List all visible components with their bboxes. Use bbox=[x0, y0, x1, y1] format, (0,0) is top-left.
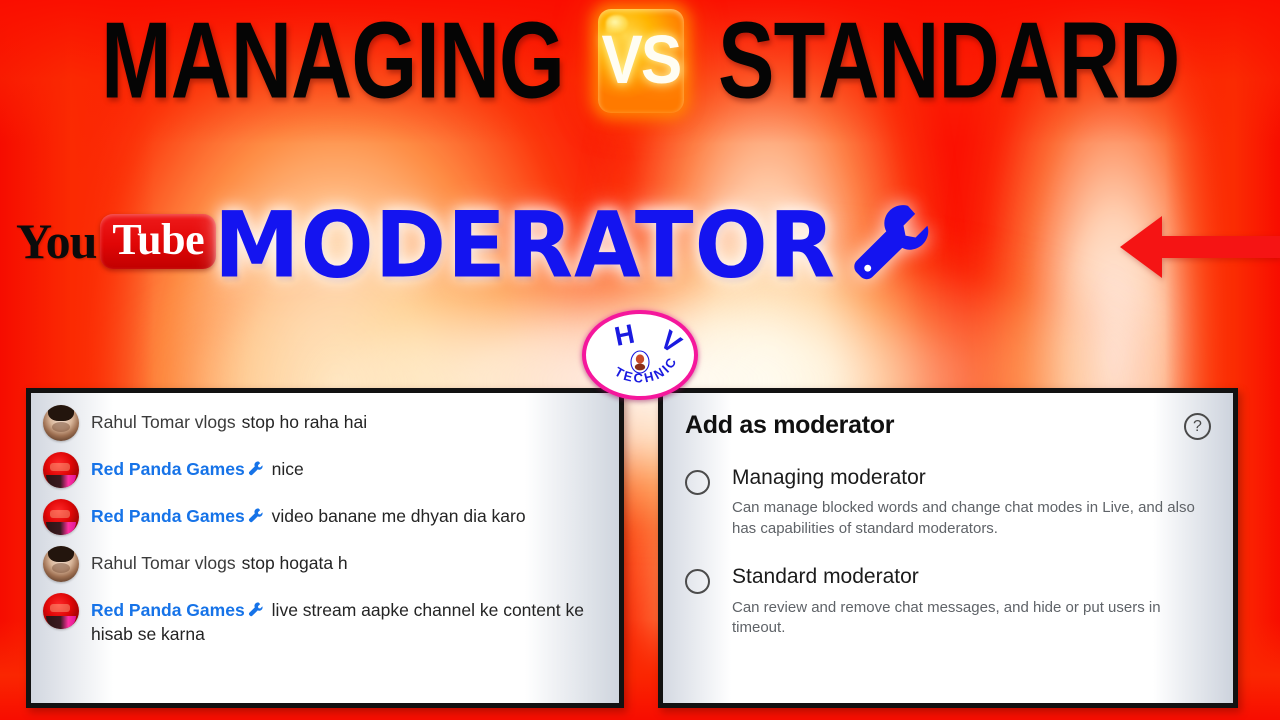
moderator-title-group: MODERATOR bbox=[214, 190, 1134, 302]
chat-message-body: stop ho raha hai bbox=[241, 412, 368, 432]
add-as-moderator-dialog: Add as moderator ? Managing moderator Can… bbox=[658, 388, 1238, 708]
page-title: MODERATOR bbox=[214, 193, 836, 299]
channel-watermark: H V H TECHNICAL bbox=[582, 310, 698, 400]
moderator-option-text: Standard moderator Can review and remove … bbox=[732, 565, 1202, 638]
moderator-option-label: Managing moderator bbox=[732, 466, 926, 489]
chat-author-name[interactable]: Rahul Tomar vlogs bbox=[91, 412, 236, 432]
moderator-option-text: Managing moderator Can manage blocked wor… bbox=[732, 466, 1202, 539]
headline-left-word: MANAGING bbox=[100, 0, 565, 122]
avatar[interactable] bbox=[43, 405, 79, 441]
wrench-icon bbox=[854, 205, 929, 280]
youtube-logo-tube-box: Tube bbox=[100, 213, 217, 269]
radio-button[interactable] bbox=[685, 470, 710, 495]
chat-message-body: nice bbox=[271, 459, 304, 479]
help-icon[interactable]: ? bbox=[1184, 413, 1211, 440]
youtube-logo-you: You bbox=[16, 213, 97, 269]
chat-message-row[interactable]: Red Panda Games video banane me dhyan dia… bbox=[43, 499, 607, 535]
chat-author-name[interactable]: Red Panda Games bbox=[91, 506, 245, 526]
chat-author-name[interactable]: Red Panda Games bbox=[91, 600, 245, 620]
moderator-wrench-icon bbox=[248, 602, 263, 617]
youtube-logo: You Tube bbox=[16, 204, 217, 278]
chat-message-text: Red Panda Games live stream aapke channel… bbox=[91, 595, 607, 646]
moderator-option-group[interactable]: Managing moderator Can manage blocked wor… bbox=[685, 466, 1211, 639]
chat-message-row[interactable]: Red Panda Games nice bbox=[43, 452, 607, 488]
moderator-wrench-icon bbox=[248, 461, 263, 476]
chat-message-body: video banane me dhyan dia karo bbox=[271, 506, 526, 526]
live-chat-panel: Rahul Tomar vlogs stop ho raha hai Red Pan… bbox=[26, 388, 624, 708]
avatar[interactable] bbox=[43, 452, 79, 488]
chat-message-body: stop hogata h bbox=[241, 553, 348, 573]
chat-message-row[interactable]: Rahul Tomar vlogs stop hogata h bbox=[43, 546, 607, 582]
left-arrow-icon bbox=[1120, 216, 1280, 278]
headline-banner: MANAGING VS STANDARD bbox=[0, 6, 1280, 116]
avatar[interactable] bbox=[43, 499, 79, 535]
youtube-logo-tube: Tube bbox=[112, 214, 205, 264]
avatar[interactable] bbox=[43, 593, 79, 629]
vs-label: VS bbox=[601, 22, 682, 99]
moderator-option[interactable]: Standard moderator Can review and remove … bbox=[685, 565, 1211, 638]
headline-right-word: STANDARD bbox=[717, 0, 1180, 122]
chat-message-row[interactable]: Red Panda Games live stream aapke channel… bbox=[43, 593, 607, 646]
vs-badge: VS bbox=[597, 9, 684, 113]
moderator-option[interactable]: Managing moderator Can manage blocked wor… bbox=[685, 466, 1211, 539]
avatar[interactable] bbox=[43, 546, 79, 582]
moderator-option-description: Can review and remove chat messages, and… bbox=[732, 598, 1161, 637]
moderator-option-description: Can manage blocked words and change chat… bbox=[732, 499, 1195, 537]
title-row: You Tube MODERATOR bbox=[0, 190, 1280, 302]
chat-message-row[interactable]: Rahul Tomar vlogs stop ho raha hai bbox=[43, 405, 607, 441]
radio-button[interactable] bbox=[685, 569, 710, 595]
chat-author-name[interactable]: Red Panda Games bbox=[91, 459, 245, 479]
chat-message-text: Red Panda Games nice bbox=[91, 454, 304, 482]
moderator-wrench-icon bbox=[248, 508, 263, 523]
chat-message-text: Red Panda Games video banane me dhyan dia… bbox=[91, 501, 526, 529]
chat-message-list[interactable]: Rahul Tomar vlogs stop ho raha hai Red Pan… bbox=[31, 393, 619, 646]
dialog-title: Add as moderator bbox=[685, 411, 895, 439]
chat-message-text: Rahul Tomar vlogs stop ho raha hai bbox=[91, 407, 367, 435]
chat-message-text: Rahul Tomar vlogs stop hogata h bbox=[91, 548, 348, 576]
watermark-face bbox=[635, 354, 645, 364]
chat-author-name[interactable]: Rahul Tomar vlogs bbox=[91, 553, 236, 573]
dialog-header: Add as moderator ? bbox=[685, 411, 1211, 440]
moderator-option-label: Standard moderator bbox=[732, 565, 919, 589]
